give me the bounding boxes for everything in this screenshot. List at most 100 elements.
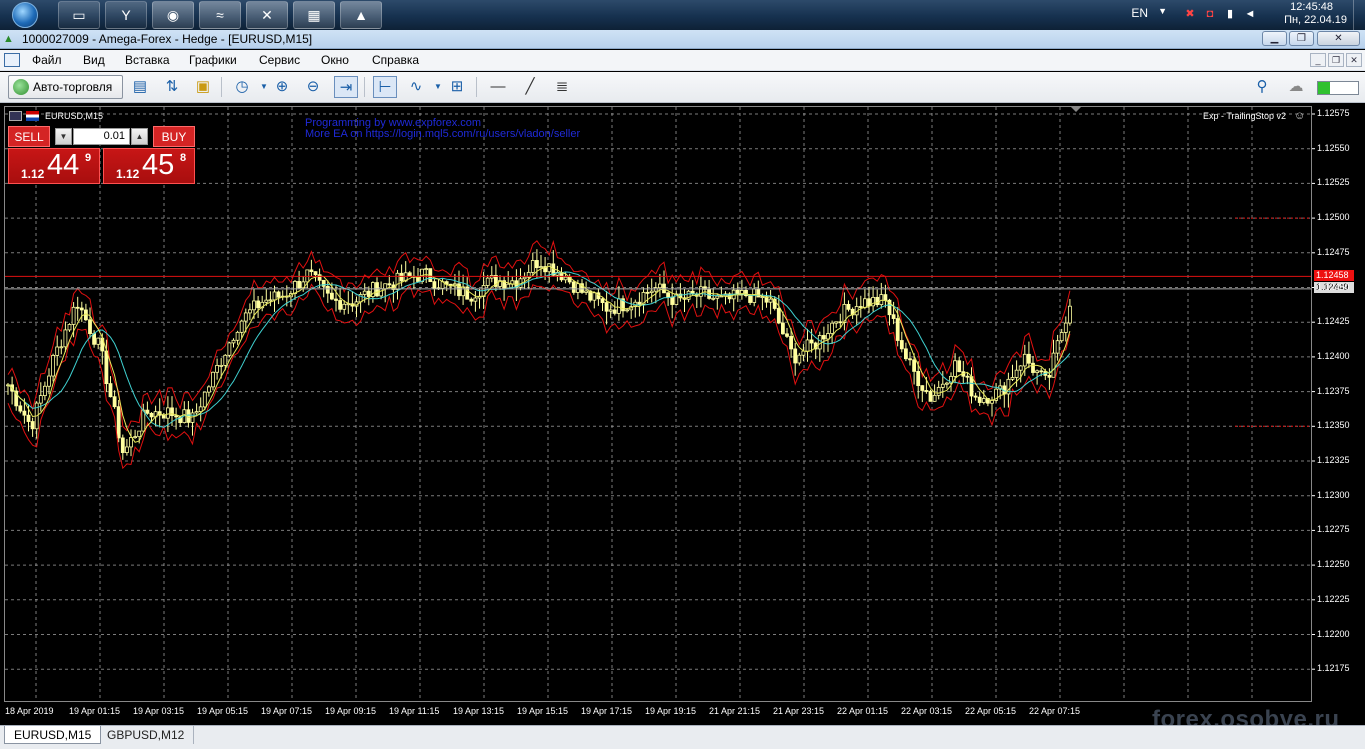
lot-increase-button[interactable]: ▲ — [131, 128, 148, 145]
tray-expand-icon[interactable]: ▼ — [1158, 6, 1167, 16]
network-error-icon[interactable]: ✖ — [1183, 7, 1197, 21]
chat-icon[interactable]: ☁ — [1284, 76, 1308, 98]
price-label: 1.12250 — [1317, 559, 1350, 570]
menu-insert[interactable]: Вставка — [125, 53, 170, 67]
mdi-restore-button[interactable]: ❐ — [1328, 53, 1344, 67]
autotrading-button[interactable]: Авто-торговля — [8, 75, 123, 99]
horizontal-line-icon[interactable]: — — [486, 76, 510, 98]
metatrader-x-taskbar-icon[interactable]: ✕ — [246, 1, 288, 29]
bid-price-tag: 1.12458 — [1314, 270, 1354, 281]
menu-window[interactable]: Окно — [321, 53, 349, 67]
buy-price-fraction: 8 — [180, 152, 187, 164]
price-label: 1.12225 — [1317, 593, 1350, 604]
zoom-in-icon[interactable]: ⊕ — [270, 76, 294, 98]
time-label: 22 Apr 07:15 — [1029, 706, 1081, 716]
time-label: 21 Apr 21:15 — [709, 706, 761, 716]
app-icon: ▲ — [3, 33, 14, 45]
sell-price-quote[interactable]: 1.12 44 9 — [8, 148, 100, 184]
chart-window-icon[interactable] — [4, 53, 20, 67]
menu-view[interactable]: Вид — [83, 53, 105, 67]
fibonacci-icon[interactable]: ≣ — [550, 76, 574, 98]
chart-symbol-label: EURUSD,M15 — [45, 111, 104, 121]
chart-menu-icon[interactable] — [9, 111, 22, 121]
price-label: 1.12275 — [1317, 524, 1350, 535]
menu-tools[interactable]: Сервис — [259, 53, 300, 67]
minimize-button[interactable]: ▁ — [1262, 31, 1287, 46]
chart-shift-icon[interactable]: ⊢ — [373, 76, 397, 98]
time-label: 19 Apr 07:15 — [261, 706, 313, 716]
tab-eurusd-m15[interactable]: EURUSD,M15 — [4, 726, 102, 744]
connection-status-bar — [1317, 81, 1359, 95]
price-label: 1.12450 — [1317, 281, 1350, 292]
volume-icon[interactable]: ◄ — [1243, 7, 1257, 21]
price-label: 1.12175 — [1317, 663, 1350, 674]
language-indicator[interactable]: EN — [1131, 6, 1148, 20]
clock-date[interactable]: Пн, 22.04.19 — [1284, 14, 1347, 26]
mdi-close-button[interactable]: ✕ — [1346, 53, 1362, 67]
chart-area[interactable]: EURUSD,M15 Programming by www.expforex.c… — [0, 103, 1365, 733]
time-label: 22 Apr 05:15 — [965, 706, 1017, 716]
price-label: 1.12200 — [1317, 628, 1350, 639]
sell-price-pips: 44 — [47, 149, 80, 181]
templates-icon[interactable]: ⊞ — [445, 76, 469, 98]
indicators-icon[interactable]: ∿ — [404, 76, 428, 98]
chart-frame — [4, 106, 1312, 702]
price-label: 1.12550 — [1317, 142, 1350, 153]
trendline-icon[interactable]: ╱ — [518, 76, 542, 98]
sell-price-fraction: 9 — [85, 152, 92, 164]
menu-charts[interactable]: Графики — [189, 53, 237, 67]
zoom-out-icon[interactable]: ⊖ — [301, 76, 325, 98]
search-icon[interactable]: ⚲ — [1250, 76, 1274, 98]
sell-button[interactable]: SELL — [8, 126, 50, 147]
maximize-button[interactable]: ❐ — [1289, 31, 1314, 46]
buy-price-pips: 45 — [142, 149, 175, 181]
time-label: 19 Apr 11:15 — [389, 706, 440, 716]
flag-icon — [26, 111, 39, 121]
buy-price-quote[interactable]: 1.12 45 8 — [103, 148, 195, 184]
time-label: 19 Apr 19:15 — [645, 706, 697, 716]
signal-icon[interactable]: ▮ — [1223, 7, 1237, 21]
close-button[interactable]: ✕ — [1317, 31, 1360, 46]
market-watch-icon[interactable]: ▤ — [128, 76, 152, 98]
price-label: 1.12325 — [1317, 455, 1350, 465]
metatrader-taskbar-icon[interactable]: ≈ — [199, 1, 241, 29]
price-label: 1.12425 — [1317, 316, 1350, 327]
expert-advisor-smiley-icon[interactable]: ☺ — [1294, 110, 1305, 122]
price-label: 1.12575 — [1317, 108, 1350, 118]
periods-icon[interactable]: ◷ — [230, 76, 254, 98]
start-button[interactable] — [2, 0, 48, 30]
time-label: 22 Apr 03:15 — [901, 706, 953, 716]
menu-file[interactable]: Файл — [32, 53, 62, 67]
windows-taskbar: ▭ Y ◉ ≈ ✕ ▦ ▲ EN ▼ ✖ ◘ ▮ ◄ 12:45:48 Пн, … — [0, 0, 1365, 30]
explorer-taskbar-icon[interactable]: ▭ — [58, 1, 100, 29]
menu-help[interactable]: Справка — [372, 53, 419, 67]
buy-button[interactable]: BUY — [153, 126, 195, 147]
lot-size-input[interactable]: 0.01 — [73, 128, 130, 145]
lot-decrease-button[interactable]: ▼ — [55, 128, 72, 145]
terminal-icon[interactable]: ▣ — [191, 76, 215, 98]
yandex-browser-taskbar-icon[interactable]: Y — [105, 1, 147, 29]
time-label: 19 Apr 15:15 — [517, 706, 569, 716]
windows-logo-icon — [12, 2, 38, 28]
autoscroll-icon[interactable]: ⇥ — [334, 76, 358, 98]
mdi-minimize-button[interactable]: _ — [1310, 53, 1326, 67]
tab-gbpusd-m12[interactable]: GBPUSD,M12 — [98, 726, 195, 744]
clock-time[interactable]: 12:45:48 — [1290, 1, 1333, 13]
time-label: 21 Apr 23:15 — [773, 706, 825, 716]
window-title: 1000027009 - Amega-Forex - Hedge - [EURU… — [22, 32, 313, 46]
show-desktop-button[interactable] — [1353, 0, 1365, 30]
time-label: 19 Apr 13:15 — [453, 706, 505, 716]
security-icon[interactable]: ◘ — [1203, 7, 1217, 21]
expert-advisor-name: Exp - TrailingStop v2 — [1203, 111, 1287, 121]
time-label: 19 Apr 03:15 — [133, 706, 185, 716]
metatrader-blue-taskbar-icon[interactable]: ▦ — [293, 1, 335, 29]
chrome-taskbar-icon[interactable]: ◉ — [152, 1, 194, 29]
metatrader-green-taskbar-icon[interactable]: ▲ — [340, 1, 382, 29]
buy-price-prefix: 1.12 — [116, 167, 140, 181]
window-title-bar: ▲ 1000027009 - Amega-Forex - Hedge - [EU… — [0, 30, 1365, 49]
ea-comment-line-2: More EA on https://login.mql5.com/ru/use… — [305, 128, 581, 140]
time-label: 19 Apr 09:15 — [325, 706, 377, 716]
chart-tabs: EURUSD,M15 GBPUSD,M12 — [0, 725, 1365, 749]
navigator-icon[interactable]: ⇅ — [160, 76, 184, 98]
price-label: 1.12350 — [1317, 420, 1350, 431]
